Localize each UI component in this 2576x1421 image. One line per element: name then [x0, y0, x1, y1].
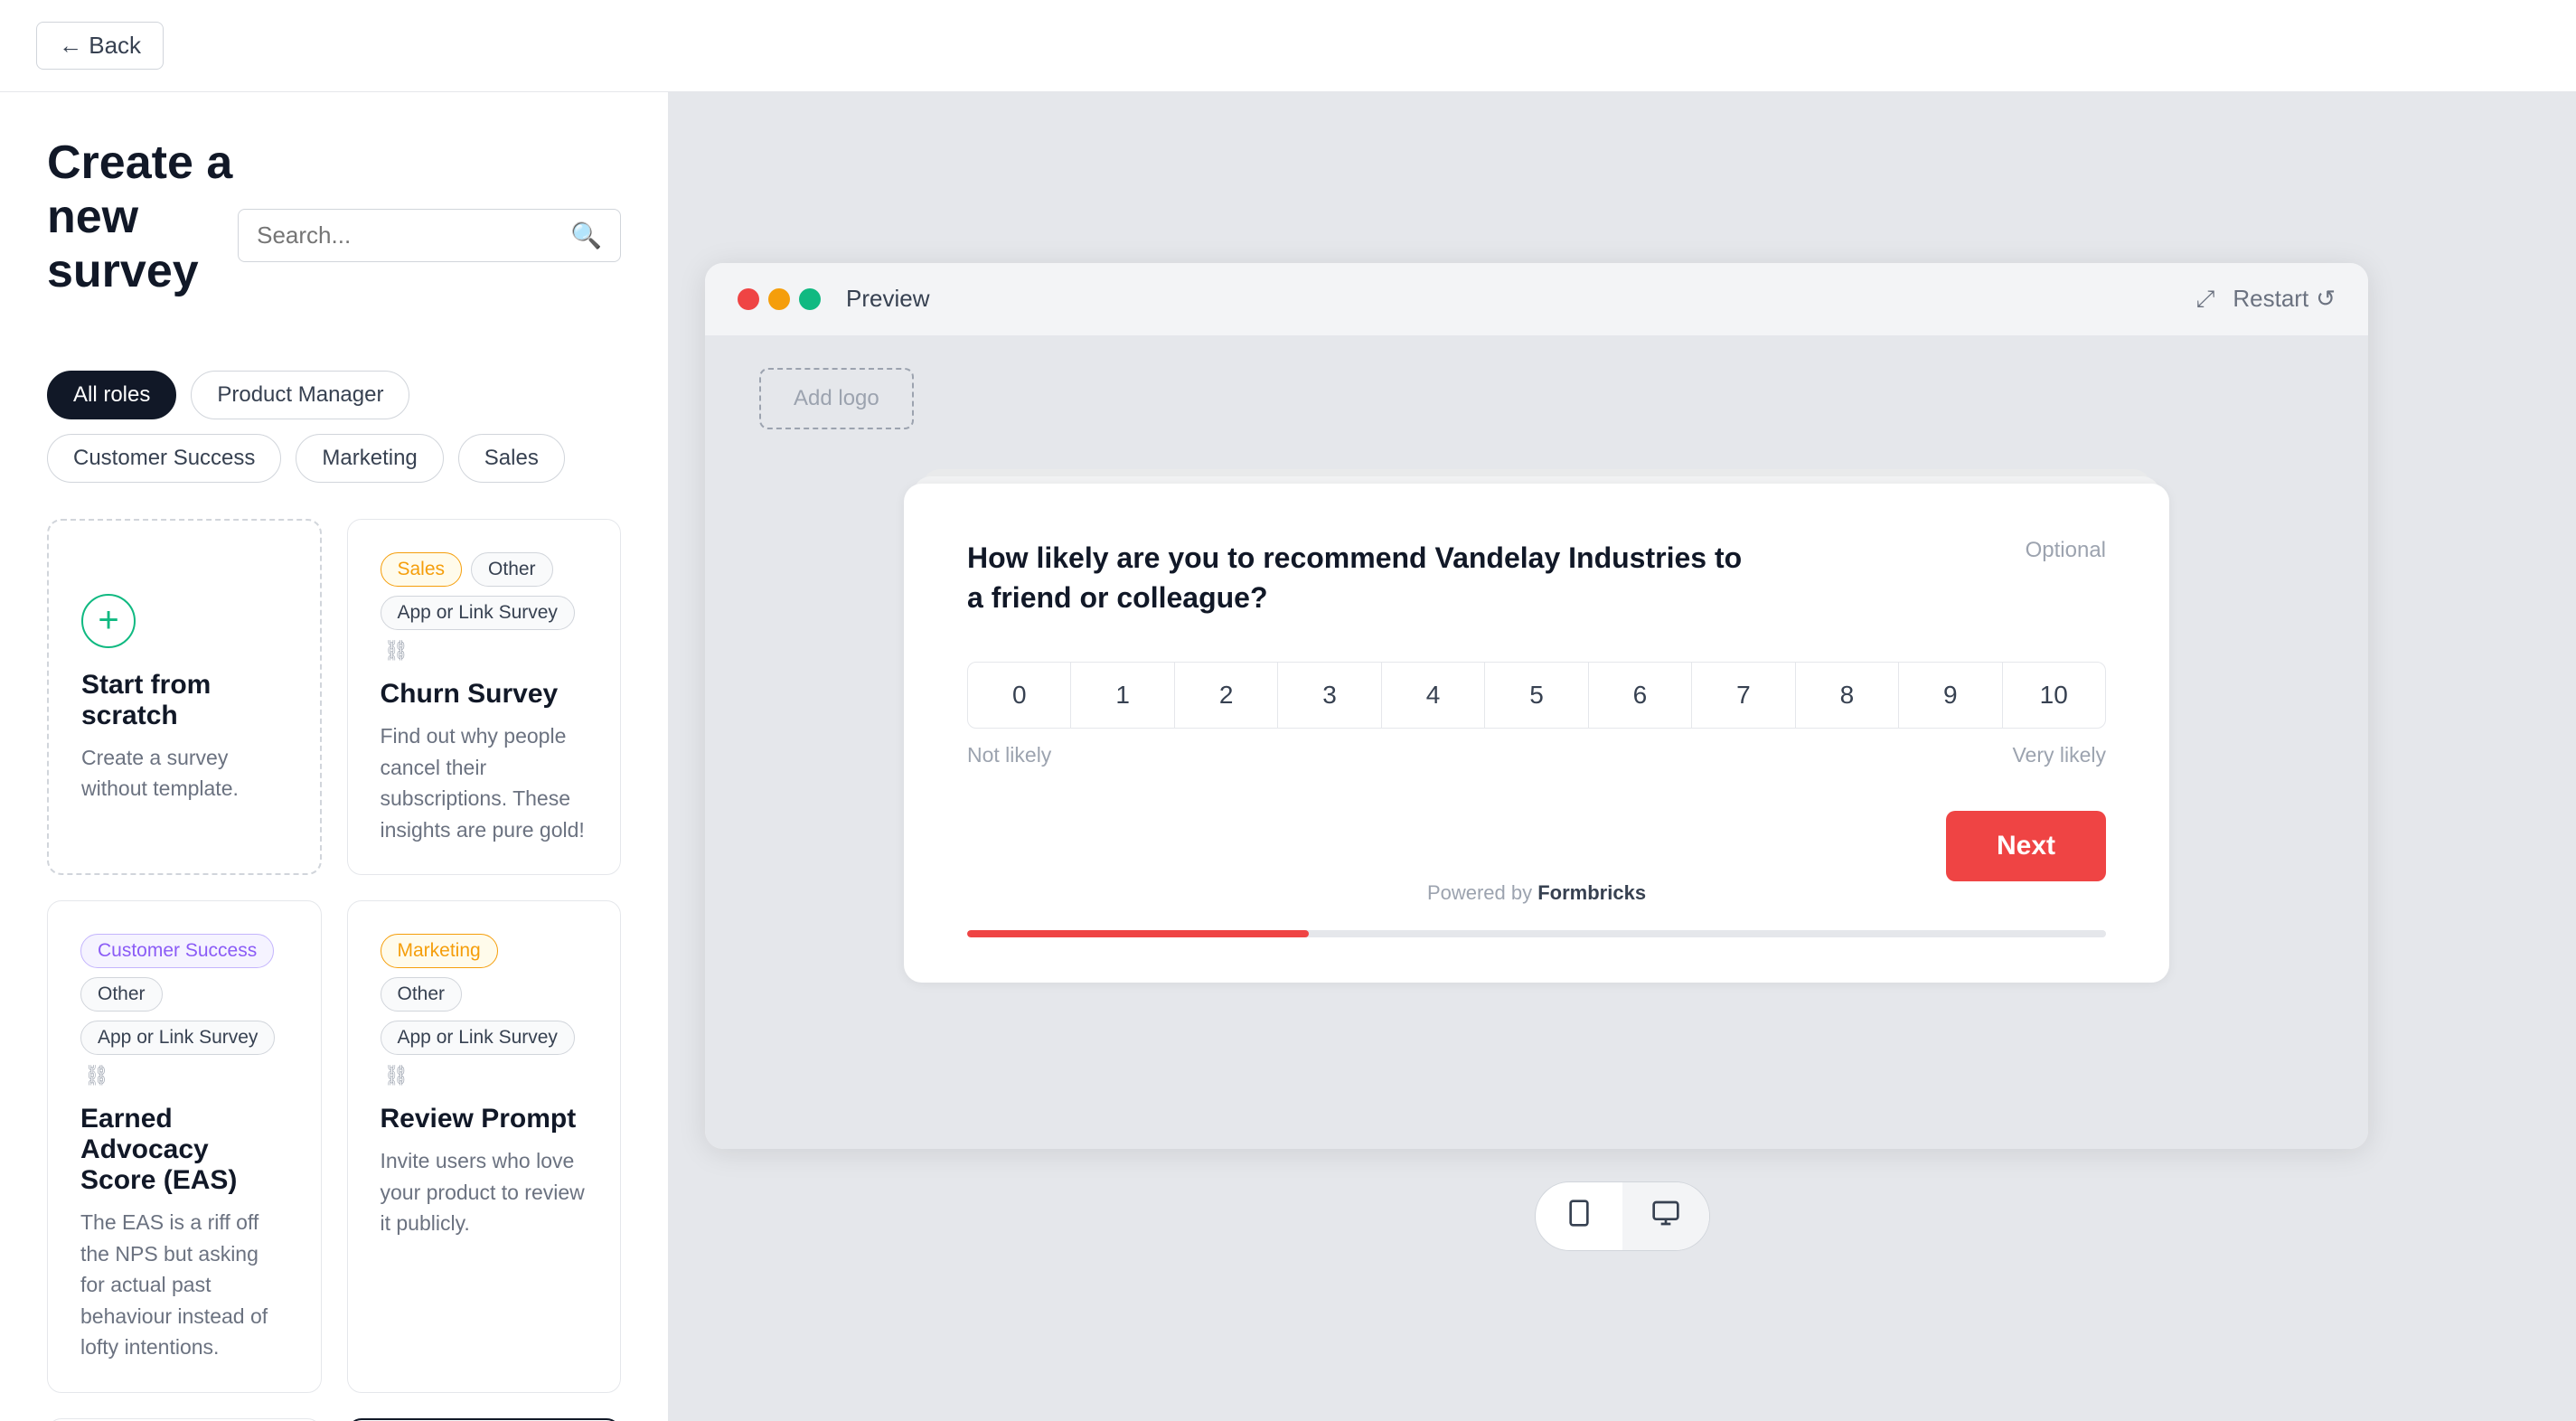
- restart-button[interactable]: Restart ↺: [2233, 285, 2336, 313]
- left-panel: Create a new survey 🔍 All roles Product …: [0, 92, 669, 1421]
- expand-button[interactable]: ⤢: [2196, 285, 2215, 314]
- filter-row: All roles Product Manager Customer Succe…: [47, 371, 621, 483]
- survey-card-front: How likely are you to recommend Vandelay…: [904, 484, 2169, 983]
- desktop-device-button[interactable]: [1622, 1182, 1709, 1250]
- card-churn[interactable]: Sales Other App or Link Survey ⛓ Churn S…: [347, 519, 622, 875]
- tag-row-churn: Sales Other App or Link Survey ⛓: [381, 552, 588, 663]
- main-content: Create a new survey 🔍 All roles Product …: [0, 92, 2576, 1421]
- card-desc-review: Invite users who love your product to re…: [381, 1145, 588, 1239]
- link-icon-churn: ⛓: [384, 639, 409, 663]
- card-desc-eas: The EAS is a riff off the NPS but asking…: [80, 1207, 288, 1363]
- mobile-icon: [1565, 1199, 1594, 1234]
- tag-customer-eas: Customer Success: [80, 934, 274, 968]
- link-icon-review: ⛓: [384, 1064, 409, 1087]
- nps-9[interactable]: 9: [1899, 663, 2002, 728]
- device-toggle-bar: [705, 1181, 2540, 1251]
- device-toggle: [1535, 1181, 1710, 1251]
- next-button[interactable]: Next: [1946, 811, 2106, 881]
- filter-sales[interactable]: Sales: [458, 434, 565, 483]
- tag-applink-churn: App or Link Survey: [381, 596, 575, 630]
- traffic-lights: [738, 288, 821, 310]
- filter-marketing[interactable]: Marketing: [296, 434, 443, 483]
- card-desc-churn: Find out why people cancel their subscri…: [381, 720, 588, 845]
- tag-other-review: Other: [381, 977, 463, 1012]
- tl-green: [799, 288, 821, 310]
- preview-window: Preview ⤢ Restart ↺ Add logo: [705, 263, 2368, 1149]
- card-desc-scratch: Create a survey without template.: [81, 742, 287, 805]
- tag-row-review: Marketing Other App or Link Survey ⛓: [381, 934, 588, 1087]
- add-logo-button[interactable]: Add logo: [759, 368, 914, 429]
- card-eas[interactable]: Customer Success Other App or Link Surve…: [47, 900, 322, 1393]
- card-title-eas: Earned Advocacy Score (EAS): [80, 1104, 288, 1196]
- tag-sales-churn: Sales: [381, 552, 463, 587]
- card-scratch[interactable]: + Start from scratch Create a survey wit…: [47, 519, 322, 875]
- nps-labels: Not likely Very likely: [967, 743, 2106, 767]
- preview-body: Add logo How likely are you to recommend…: [705, 335, 2368, 1149]
- search-icon: 🔍: [570, 221, 602, 250]
- tag-other-eas: Other: [80, 977, 163, 1012]
- powered-by-brand: Formbricks: [1537, 881, 1646, 904]
- filter-all-roles[interactable]: All roles: [47, 371, 176, 419]
- app-container: ← Back Create a new survey 🔍 All roles P…: [0, 0, 2576, 1421]
- card-strengths[interactable]: Product Manager Other App or Link Survey…: [47, 1418, 322, 1421]
- tag-row-eas: Customer Success Other App or Link Surve…: [80, 934, 288, 1087]
- tag-other-churn: Other: [471, 552, 553, 587]
- page-title: Create a new survey: [47, 136, 238, 298]
- link-icon-eas: ⛓: [84, 1064, 109, 1087]
- nps-10[interactable]: 10: [2003, 663, 2105, 728]
- nps-5[interactable]: 5: [1485, 663, 1588, 728]
- card-title-churn: Churn Survey: [381, 679, 588, 710]
- nps-0[interactable]: 0: [968, 663, 1071, 728]
- header-area: Create a new survey 🔍: [47, 136, 621, 334]
- preview-titlebar: Preview ⤢ Restart ↺: [705, 263, 2368, 335]
- nps-numbers: 0 1 2 3 4 5 6 7 8 9 10: [967, 662, 2106, 729]
- restart-label: Restart: [2233, 285, 2308, 313]
- desktop-icon: [1651, 1199, 1680, 1234]
- powered-by: Powered by Formbricks: [967, 881, 2106, 905]
- nps-7[interactable]: 7: [1692, 663, 1795, 728]
- nps-2[interactable]: 2: [1175, 663, 1278, 728]
- progress-bar: [967, 930, 2106, 937]
- progress-fill: [967, 930, 1309, 937]
- search-wrap: 🔍: [238, 209, 621, 262]
- preview-actions: ⤢ Restart ↺: [2196, 285, 2336, 314]
- card-nps[interactable]: Customer Success Other All Channels Net …: [347, 1418, 622, 1421]
- not-likely-label: Not likely: [967, 743, 1051, 767]
- nps-3[interactable]: 3: [1278, 663, 1381, 728]
- survey-question-row: How likely are you to recommend Vandelay…: [967, 538, 2106, 619]
- preview-label: Preview: [846, 285, 929, 313]
- card-title-scratch: Start from scratch: [81, 670, 287, 731]
- filter-product-manager[interactable]: Product Manager: [191, 371, 409, 419]
- nps-4[interactable]: 4: [1382, 663, 1485, 728]
- plus-icon: +: [81, 594, 136, 648]
- nps-1[interactable]: 1: [1071, 663, 1174, 728]
- expand-icon: ⤢: [2196, 285, 2215, 314]
- nps-6[interactable]: 6: [1589, 663, 1692, 728]
- survey-optional-label: Optional: [2026, 538, 2106, 563]
- tl-red: [738, 288, 759, 310]
- mobile-device-button[interactable]: [1536, 1182, 1622, 1250]
- filter-customer-success[interactable]: Customer Success: [47, 434, 281, 483]
- tag-applink-eas: App or Link Survey: [80, 1021, 275, 1055]
- card-review[interactable]: Marketing Other App or Link Survey ⛓ Rev…: [347, 900, 622, 1393]
- right-panel: Preview ⤢ Restart ↺ Add logo: [669, 92, 2576, 1421]
- card-title-review: Review Prompt: [381, 1104, 588, 1134]
- powered-by-prefix: Powered by: [1427, 881, 1537, 904]
- top-bar: ← Back: [0, 0, 2576, 92]
- search-input[interactable]: [257, 221, 559, 249]
- survey-question: How likely are you to recommend Vandelay…: [967, 538, 1764, 619]
- survey-card-stack: How likely are you to recommend Vandelay…: [904, 484, 2169, 983]
- restart-icon: ↺: [2316, 285, 2336, 313]
- tl-yellow: [768, 288, 790, 310]
- tag-applink-review: App or Link Survey: [381, 1021, 575, 1055]
- templates-grid: + Start from scratch Create a survey wit…: [47, 519, 621, 1421]
- nps-8[interactable]: 8: [1796, 663, 1899, 728]
- back-button[interactable]: ← Back: [36, 22, 164, 70]
- tag-marketing-review: Marketing: [381, 934, 498, 968]
- very-likely-label: Very likely: [2012, 743, 2106, 767]
